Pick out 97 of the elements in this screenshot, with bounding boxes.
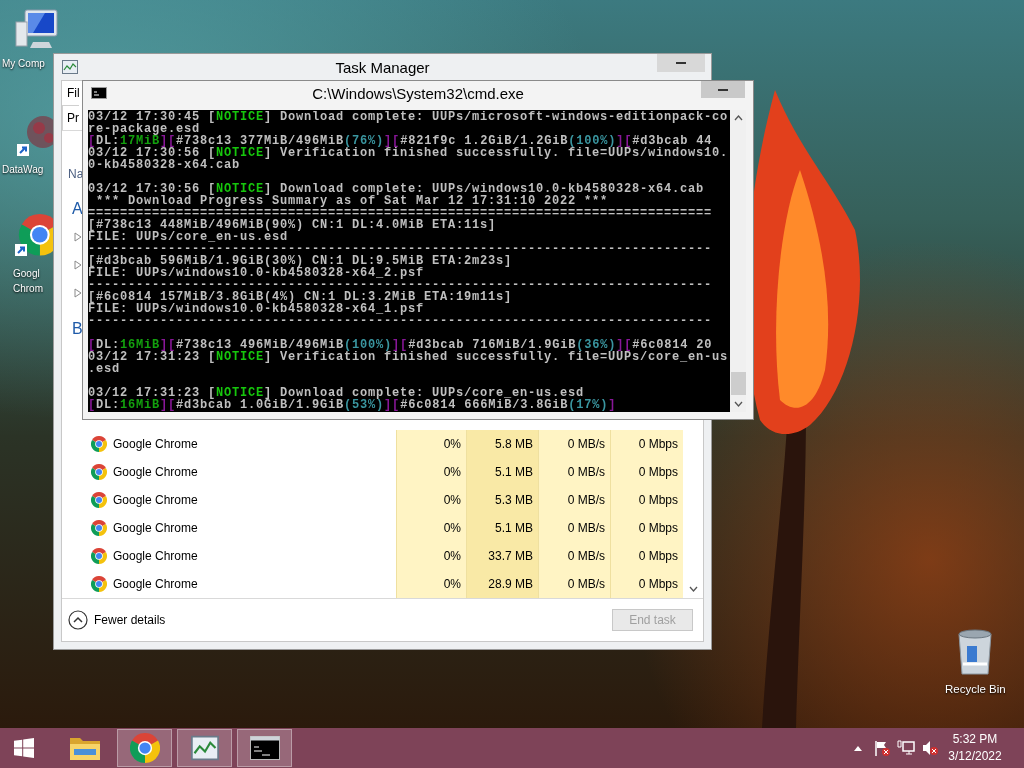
console-line: 03/12 17:30:45 [NOTICE] Download complete: UUPs/microsoft-windows-editionpack-co: [88, 111, 730, 123]
speaker-muted-icon: [921, 739, 939, 757]
chevron-down-icon: [688, 586, 698, 592]
process-name: Google Chrome: [113, 465, 198, 479]
chrome-icon: [91, 436, 107, 452]
console-line: 03/12 17:31:23 [NOTICE] Verification finished successfully. file=UUPs/core_en-us: [88, 351, 730, 363]
table-cell: 0 Mbps: [610, 458, 683, 486]
desktop-icon-label[interactable]: My Comp: [2, 56, 45, 71]
windows-logo-icon: [14, 738, 34, 758]
console-line: 03/12 17:30:56 [NOTICE] Verification finished successfully. file=UUPs/windows10.: [88, 147, 730, 159]
table-cell: 0 Mbps: [610, 570, 683, 598]
console-line: *** Download Progress Summary as of Sat Mar 12 17:31:10 2022 ***: [95, 195, 610, 207]
chrome-icon: [91, 492, 107, 508]
chevron-up-icon: [733, 115, 743, 121]
table-cell: 0 MB/s: [538, 570, 610, 598]
tab[interactable]: Pr: [62, 105, 79, 130]
graph-window-icon: [62, 59, 78, 75]
console-icon: [91, 87, 107, 99]
process-name: Google Chrome: [113, 437, 198, 451]
chrome-icon: [91, 520, 107, 536]
process-name: Google Chrome: [113, 493, 198, 507]
group-heading: B: [72, 320, 83, 338]
console-line: re-package.esd: [88, 123, 201, 135]
console-line: 0-kb4580328-x64.cab: [88, 159, 242, 171]
minimize-button[interactable]: [701, 81, 745, 98]
window-title: Task Manager: [335, 58, 430, 76]
window-title: C:\Windows\System32\cmd.exe: [312, 84, 524, 102]
console-line: ==============================================================================: [88, 207, 714, 219]
network-icon: [897, 739, 915, 757]
column-header[interactable]: Na: [68, 167, 84, 181]
group-heading: A: [72, 200, 83, 218]
console-line: FILE: UUPs/windows10.0-kb4580328-x64_1.psf: [88, 303, 425, 315]
table-cell: 5.3 MB: [466, 486, 538, 514]
table-cell: 5.8 MB: [466, 430, 538, 458]
computer-icon: [15, 8, 59, 50]
chrome-icon: [91, 576, 107, 592]
console-line: FILE: UUPs/core_en-us.esd: [88, 231, 289, 243]
graph-window-icon: [190, 734, 219, 762]
minimize-button[interactable]: [657, 54, 705, 72]
table-cell: 0 Mbps: [610, 430, 683, 458]
desktop-icon-label[interactable]: Googl Chrom: [13, 266, 43, 296]
scrollbar-thumb[interactable]: [730, 372, 746, 395]
table-cell: 0%: [396, 542, 466, 570]
fewer-details-link[interactable]: Fewer details: [94, 613, 166, 627]
table-cell: 0%: [396, 486, 466, 514]
console-line: [#d3bcab 596MiB/1.9GiB(30%) CN:1 DL:9.5MiB ETA:2m23s]: [88, 255, 514, 267]
recycle-bin-icon: [955, 628, 995, 676]
caret-up-icon: [854, 745, 862, 751]
console-line: [DL:16MiB][#738c13 496MiB/496MiB(100%)][#d3bcab 716MiB/1.9GiB(36%)][#6c0814 20: [88, 339, 713, 351]
table-cell: 33.7 MB: [466, 542, 538, 570]
table-cell: 0%: [396, 430, 466, 458]
table-cell: 0 MB/s: [538, 542, 610, 570]
console-icon: [249, 736, 280, 760]
table-cell: 0 MB/s: [538, 486, 610, 514]
table-cell: 0 Mbps: [610, 486, 683, 514]
table-cell: 0 MB/s: [538, 514, 610, 542]
console-line: [DL:16MiB][#d3bcab 1.0GiB/1.9GiB(53%)][#6c0814 666MiB/3.8GiB(17%)]: [88, 399, 618, 411]
table-cell: 0%: [396, 458, 466, 486]
expand-arrow-icon[interactable]: [74, 232, 82, 242]
clock-time[interactable]: 5:32 PM: [952, 731, 998, 748]
console-line: .esd: [88, 363, 121, 375]
flag-icon: [873, 739, 891, 757]
taskbar-button[interactable]: [237, 729, 292, 767]
table-cell: 0 Mbps: [610, 514, 683, 542]
table-cell: 5.1 MB: [466, 514, 538, 542]
chevron-down-icon: [733, 401, 743, 407]
console-line: [#738c13 448MiB/496MiB(90%) CN:1 DL:4.0MiB ETA:11s]: [88, 219, 498, 231]
console-line: [DL:17MiB][#738c13 377MiB/496MiB(76%)][#821f9c 1.2GiB/1.2GiB(100%)][#d3bcab 44: [88, 135, 713, 147]
process-name: Google Chrome: [113, 521, 198, 535]
minimize-icon: [676, 62, 686, 64]
table-cell: 0 MB/s: [538, 458, 610, 486]
console-line: [#6c0814 157MiB/3.8GiB(4%) CN:1 DL:3.2MiB ETA:19m11s]: [88, 291, 514, 303]
table-cell: 0%: [396, 570, 466, 598]
process-name: Google Chrome: [113, 577, 198, 591]
process-name: Google Chrome: [113, 549, 198, 563]
desktop-icon-label[interactable]: Recycle Bin: [945, 682, 1006, 697]
chrome-icon: [129, 733, 160, 763]
chrome-icon: [91, 464, 107, 480]
table-cell: 28.9 MB: [466, 570, 538, 598]
expand-arrow-icon[interactable]: [74, 288, 82, 298]
console-line: FILE: UUPs/windows10.0-kb4580328-x64_2.psf: [88, 267, 426, 279]
console-line: 03/12 17:31:23 [NOTICE] Download complete: UUPs/core_en-us.esd: [88, 387, 585, 399]
chrome-icon: [91, 548, 107, 564]
console-line: ------------------------------------------------------------------------------: [88, 279, 714, 291]
table-cell: 0 Mbps: [610, 542, 683, 570]
minimize-icon: [718, 88, 728, 91]
console-line: 03/12 17:30:56 [NOTICE] Download complete: UUPs/windows10.0-kb4580328-x64.cab: [88, 183, 706, 195]
table-cell: 0 MB/s: [538, 430, 610, 458]
console-line: ------------------------------------------------------------------------------: [88, 243, 714, 255]
clock-date[interactable]: 3/12/2022: [948, 748, 1002, 765]
table-cell: 5.1 MB: [466, 458, 538, 486]
chevron-up-circle-icon: [68, 610, 88, 630]
console-line: ------------------------------------------------------------------------------: [88, 315, 714, 327]
expand-arrow-icon[interactable]: [74, 260, 82, 270]
menu-item[interactable]: Fil: [67, 86, 80, 100]
desktop-icon-label[interactable]: DataWag: [2, 162, 44, 177]
table-cell: 0%: [396, 514, 466, 542]
